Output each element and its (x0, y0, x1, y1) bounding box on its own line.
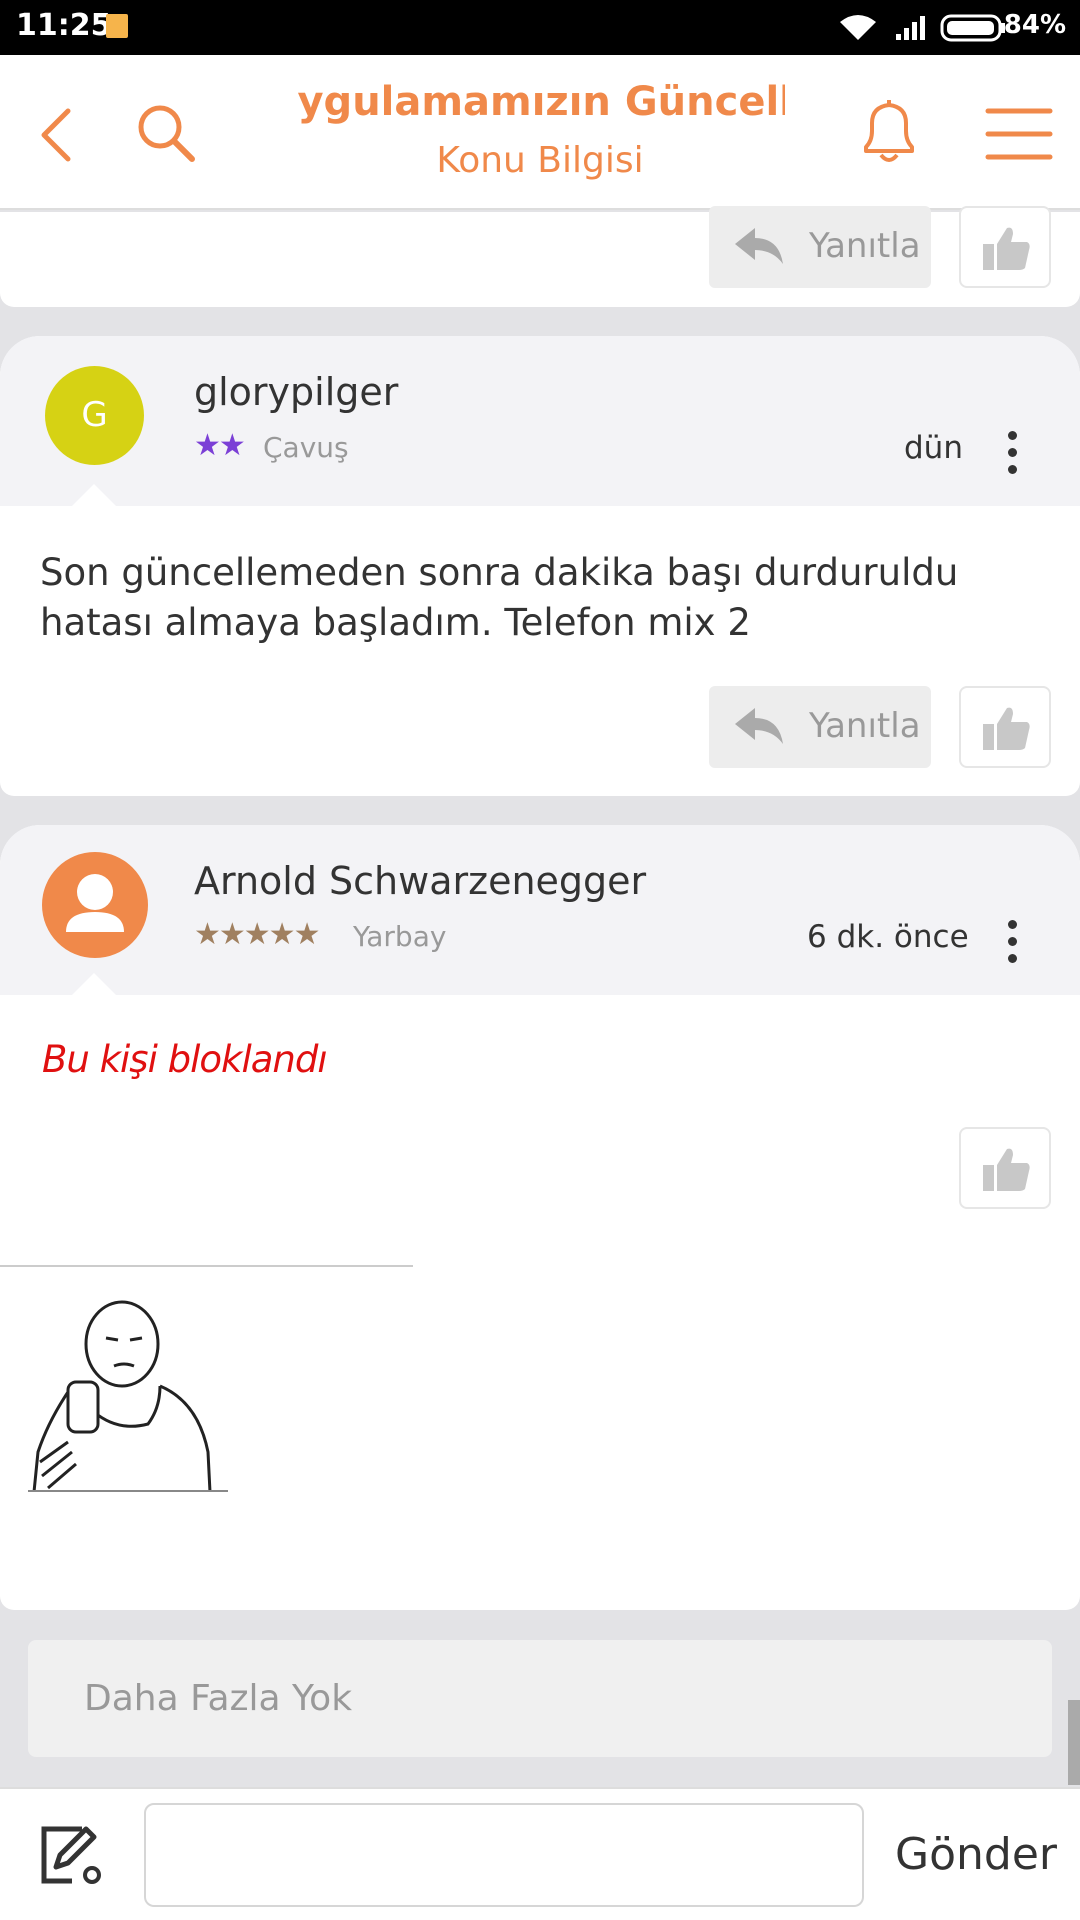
previous-post-card: Yanıtla (0, 206, 1080, 307)
user-rank: Çavuş (263, 431, 349, 464)
blocked-notice: Bu kişi bloklandı (42, 1038, 328, 1081)
app-header: Uygulamamızın Güncelleme Geri Bildirimle… (0, 55, 1080, 210)
reply-bar: Gönder (0, 1787, 1080, 1920)
reply-label: Yanıtla (809, 706, 921, 746)
header-pointer (72, 484, 116, 506)
post-time: 6 dk. önce (807, 919, 969, 955)
page-title: Uygulamamızın Güncelleme Geri Bildirimle… (295, 79, 785, 125)
like-button[interactable] (959, 686, 1051, 768)
no-more-label: Daha Fazla Yok (84, 1678, 353, 1719)
status-bar: 11:25 84% (0, 0, 1080, 55)
more-options-icon[interactable] (1008, 431, 1018, 482)
edit-settings-icon[interactable] (38, 1823, 104, 1887)
reply-icon (735, 228, 783, 264)
scrollbar[interactable] (1068, 1700, 1080, 1785)
post-time: dün (904, 430, 963, 466)
post-card: Arnold Schwarzenegger ★★★★★ Yarbay 6 dk.… (0, 825, 1080, 1610)
signature-image (28, 1292, 228, 1492)
reply-label: Yanıtla (809, 226, 921, 266)
avatar[interactable] (42, 852, 148, 958)
signal-icon (896, 16, 925, 40)
signature-divider (0, 1265, 413, 1267)
post-content: Son güncellemeden sonra dakika başı durd… (40, 551, 959, 644)
reply-input[interactable] (144, 1803, 864, 1907)
thumbs-up-icon (983, 227, 1030, 270)
wifi-icon (840, 15, 876, 40)
send-button[interactable]: Gönder (895, 1829, 1057, 1880)
avatar[interactable]: G (45, 366, 144, 465)
rank-stars: ★★★★★ (194, 917, 320, 952)
notification-icon (106, 14, 128, 38)
header-pointer (72, 973, 116, 995)
reply-button[interactable]: Yanıtla (709, 686, 931, 768)
username[interactable]: glorypilger (194, 370, 398, 414)
thumbs-up-icon (983, 707, 1030, 750)
reply-button[interactable]: Yanıtla (709, 206, 931, 288)
bell-icon[interactable] (856, 97, 922, 167)
post-header (0, 825, 1080, 995)
no-more-banner: Daha Fazla Yok (28, 1640, 1052, 1757)
more-options-icon[interactable] (1008, 920, 1018, 971)
reply-icon (735, 708, 783, 744)
default-user-icon (66, 874, 124, 932)
menu-icon[interactable] (984, 105, 1054, 163)
like-button[interactable] (959, 206, 1051, 288)
user-rank: Yarbay (353, 920, 447, 953)
post-card: G glorypilger ★★ Çavuş dün Son güncellem… (0, 336, 1080, 796)
post-header (0, 336, 1080, 506)
username[interactable]: Arnold Schwarzenegger (194, 859, 646, 903)
battery-icon (940, 14, 1005, 42)
like-button[interactable] (959, 1127, 1051, 1209)
status-time: 11:25 (16, 8, 112, 43)
rank-stars: ★★ (194, 428, 246, 463)
thumbs-up-icon (983, 1148, 1030, 1191)
battery-level: 84% (1003, 10, 1066, 40)
